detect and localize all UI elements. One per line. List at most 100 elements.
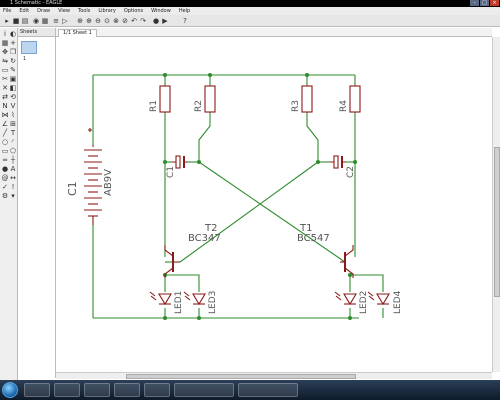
wire-r2-down <box>198 112 211 162</box>
label-r1: R1 <box>149 100 159 112</box>
zoom-last-icon[interactable]: ⊘ <box>121 17 129 25</box>
horizontal-scrollbar[interactable] <box>56 372 492 379</box>
miter-icon[interactable]: ∠ <box>1 120 9 128</box>
label-icon[interactable]: A <box>9 165 17 173</box>
script-icon[interactable]: ≡ <box>52 17 60 25</box>
taskbar-app-4[interactable] <box>114 383 140 397</box>
polygon-icon[interactable]: ⬠ <box>9 147 17 155</box>
menu-window[interactable]: Window <box>151 7 171 15</box>
errors-icon[interactable]: ! <box>9 183 17 191</box>
led-4[interactable] <box>367 291 390 306</box>
show-icon[interactable]: ◐ <box>9 30 17 38</box>
vertical-scroll-thumb[interactable] <box>494 147 500 297</box>
schematic-canvas[interactable]: 1/1 Sheet 1 R1 R2 R3 R4 C1 C2 C1 AB9V T2… <box>56 28 492 374</box>
split-icon[interactable]: ⌇ <box>9 111 17 119</box>
zoom-fit-icon[interactable]: ⊕ <box>76 17 84 25</box>
net-icon[interactable]: ┼ <box>9 156 17 164</box>
led-3[interactable] <box>183 291 206 306</box>
zoom-in-icon[interactable]: ⊕ <box>85 17 93 25</box>
close-button[interactable]: × <box>490 0 499 6</box>
tool-extra-icon[interactable]: ⚙ <box>1 192 9 200</box>
menu-library[interactable]: Library <box>98 7 115 15</box>
run-icon[interactable]: ▷ <box>61 17 69 25</box>
menu-edit[interactable]: Edit <box>19 7 29 15</box>
sheet-thumbnail[interactable] <box>21 41 37 54</box>
mark-icon[interactable]: + <box>9 39 17 47</box>
vertical-scrollbar[interactable] <box>492 37 500 372</box>
add-icon[interactable]: ◧ <box>9 84 17 92</box>
wire-icon[interactable]: ╱ <box>1 129 9 137</box>
transistor-t1[interactable] <box>340 245 354 278</box>
invoke-icon[interactable]: ⊞ <box>9 120 17 128</box>
window-controls: – □ × <box>470 0 499 6</box>
menu-tools[interactable]: Tools <box>78 7 90 15</box>
attribute-icon[interactable]: @ <box>1 174 9 182</box>
print-icon[interactable]: ▤ <box>21 17 29 25</box>
name-icon[interactable]: N <box>1 102 9 110</box>
text-icon[interactable]: T <box>9 129 17 137</box>
taskbar-app-3[interactable] <box>84 383 110 397</box>
circle-icon[interactable]: ○ <box>1 138 9 146</box>
undo-icon[interactable]: ↶ <box>130 17 138 25</box>
replace-icon[interactable]: ⟲ <box>9 93 17 101</box>
mirror-icon[interactable]: ⇋ <box>1 57 9 65</box>
taskbar-app-2[interactable] <box>54 383 80 397</box>
junction-dot <box>197 316 201 320</box>
menu-view[interactable]: View <box>58 7 70 15</box>
smash-icon[interactable]: ⋈ <box>1 111 9 119</box>
menu-help[interactable]: Help <box>179 7 190 15</box>
title-bar: 1 Schematic - EAGLE – □ × <box>0 0 500 7</box>
dimension-icon[interactable]: ↔ <box>9 174 17 182</box>
tool-more-icon[interactable]: ▾ <box>9 192 17 200</box>
redo-icon[interactable]: ↷ <box>139 17 147 25</box>
cam-icon[interactable]: ◉ <box>32 17 40 25</box>
value-icon[interactable]: V <box>9 102 17 110</box>
display-icon[interactable]: ▦ <box>1 39 9 47</box>
label-t1-value: BC547 <box>297 233 330 244</box>
rotate-icon[interactable]: ↻ <box>9 57 17 65</box>
zoom-select-icon[interactable]: ⊗ <box>112 17 120 25</box>
junction-dot <box>163 73 167 77</box>
led-2[interactable] <box>334 291 357 306</box>
erc-icon[interactable]: ✓ <box>1 183 9 191</box>
taskbar-app-6[interactable] <box>174 383 234 397</box>
taskbar-app-7[interactable] <box>238 383 298 397</box>
paste-icon[interactable]: ▣ <box>9 75 17 83</box>
change-icon[interactable]: ✎ <box>9 66 17 74</box>
minimize-button[interactable]: – <box>470 0 479 6</box>
open-icon[interactable]: ▸ <box>3 17 11 25</box>
led-1[interactable] <box>149 291 172 306</box>
wire-r3-down <box>306 112 319 162</box>
label-battery: C1 <box>66 181 79 196</box>
capacitor-c2[interactable] <box>330 155 346 169</box>
rect-icon[interactable]: ▭ <box>1 147 9 155</box>
copy-icon[interactable]: ❐ <box>9 48 17 56</box>
junction-icon[interactable]: ● <box>1 165 9 173</box>
maximize-button[interactable]: □ <box>480 0 489 6</box>
arc-icon[interactable]: ◜ <box>9 138 17 146</box>
taskbar-app-1[interactable] <box>24 383 50 397</box>
help-icon[interactable]: ? <box>181 17 189 25</box>
junction-dot <box>353 160 357 164</box>
pinswap-icon[interactable]: ⇄ <box>1 93 9 101</box>
board-icon[interactable]: ▦ <box>41 17 49 25</box>
label-r3: R3 <box>291 100 301 112</box>
menu-file[interactable]: File <box>3 7 11 15</box>
stop-icon[interactable]: ● <box>152 17 160 25</box>
start-button[interactable] <box>2 382 18 398</box>
menu-options[interactable]: Options <box>124 7 143 15</box>
info-icon[interactable]: i <box>1 30 9 38</box>
save-icon[interactable]: ■ <box>12 17 20 25</box>
move-icon[interactable]: ✥ <box>1 48 9 56</box>
taskbar-app-5[interactable] <box>144 383 170 397</box>
zoom-redraw-icon[interactable]: ⊙ <box>103 17 111 25</box>
delete-icon[interactable]: ✕ <box>1 84 9 92</box>
horizontal-scroll-thumb[interactable] <box>126 374 356 379</box>
go-icon[interactable]: ▶ <box>161 17 169 25</box>
wire-cross-1 <box>198 161 346 263</box>
group-icon[interactable]: ▭ <box>1 66 9 74</box>
menu-draw[interactable]: Draw <box>37 7 50 15</box>
cut-icon[interactable]: ✂ <box>1 75 9 83</box>
zoom-out-icon[interactable]: ⊖ <box>94 17 102 25</box>
bus-icon[interactable]: ═ <box>1 156 9 164</box>
